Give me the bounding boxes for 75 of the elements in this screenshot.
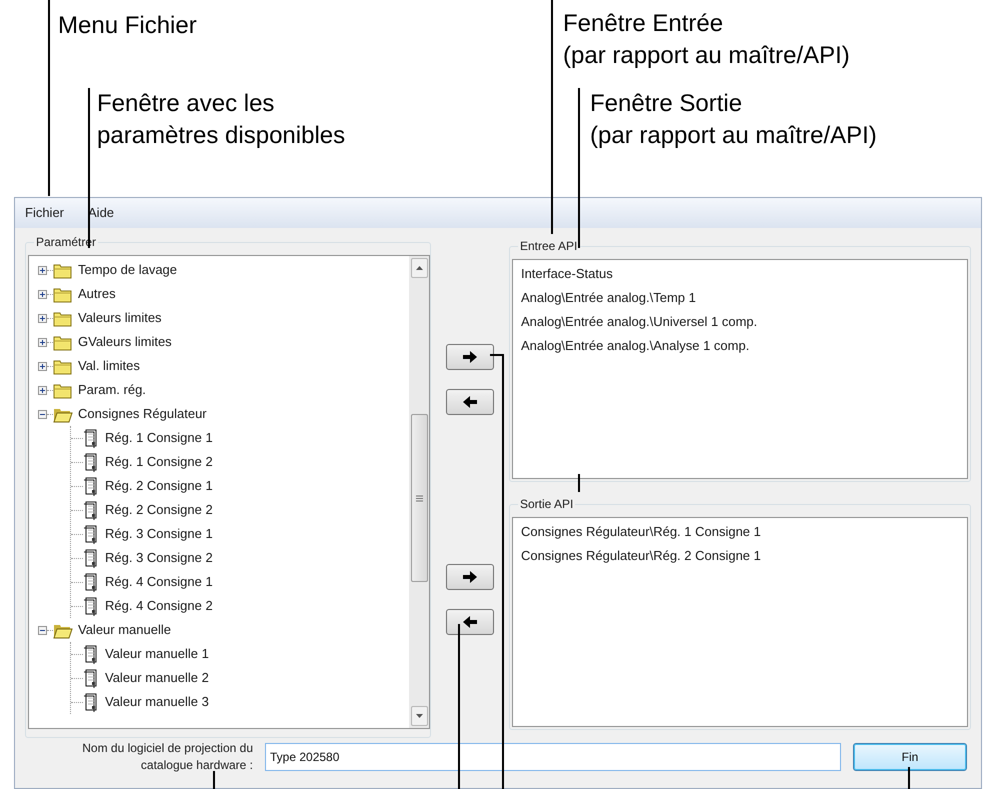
expander-icon[interactable]: [38, 626, 47, 634]
tree-item[interactable]: Rég. 3 Consigne 2: [105, 548, 213, 568]
left-arrow-icon: [462, 615, 478, 629]
expander-icon[interactable]: [38, 362, 47, 370]
remove-output-button[interactable]: [446, 609, 494, 635]
tree-item[interactable]: Consignes Régulateur: [78, 404, 207, 424]
callout-label: Fenêtre avec les paramètres disponibles: [97, 89, 346, 151]
callout-label: Menu Fichier: [58, 11, 197, 41]
tree-item[interactable]: Valeurs limites: [78, 308, 162, 328]
document-icon: [83, 596, 99, 616]
menu-item[interactable]: Fichier: [25, 203, 64, 223]
scroll-thumb[interactable]: [410, 414, 428, 582]
scroll-up-button[interactable]: [410, 258, 428, 278]
document-icon: [83, 452, 99, 472]
grip-icon: [416, 494, 422, 502]
expander-icon[interactable]: [38, 290, 47, 298]
remove-input-button[interactable]: [446, 389, 494, 415]
tree-item[interactable]: Rég. 3 Consigne 1: [105, 524, 213, 544]
list-item[interactable]: Analog\Entrée analog.\Universel 1 comp.: [520, 310, 967, 334]
expander-icon[interactable]: [38, 314, 47, 322]
left-arrow-icon: [462, 395, 478, 409]
folder-icon: [53, 334, 73, 350]
folder-icon: [53, 382, 73, 398]
document-icon: [83, 524, 99, 544]
document-icon: [83, 476, 99, 496]
add-output-button[interactable]: [446, 564, 494, 590]
tree-item[interactable]: Rég. 1 Consigne 1: [105, 428, 213, 448]
folder-icon: [53, 286, 73, 302]
tree-item[interactable]: Rég. 4 Consigne 2: [105, 596, 213, 616]
document-icon: [83, 668, 99, 688]
leader-line: [908, 767, 910, 789]
tree-item[interactable]: Autres: [78, 284, 116, 304]
list-item[interactable]: Interface-Status: [520, 262, 967, 286]
vertical-scrollbar[interactable]: [409, 256, 429, 728]
callout-label: Fenêtre Sortie (par rapport au maître/API): [590, 89, 877, 151]
document-icon: [83, 644, 99, 664]
document-icon: [83, 548, 99, 568]
field-label: Nom du logiciel de projection du catalogue hardware :: [81, 740, 253, 774]
finish-button[interactable]: Fin: [853, 743, 967, 771]
tree-item[interactable]: Rég. 1 Consigne 2: [105, 452, 213, 472]
tree-item[interactable]: GValeurs limites: [78, 332, 172, 352]
tree-item[interactable]: Rég. 2 Consigne 1: [105, 476, 213, 496]
right-arrow-icon: [462, 570, 478, 584]
tree-item[interactable]: Tempo de lavage: [78, 260, 178, 280]
add-input-button[interactable]: [446, 344, 494, 370]
document-icon: [83, 692, 99, 712]
list-item[interactable]: Analog\Entrée analog.\Temp 1: [520, 286, 967, 310]
tree-item[interactable]: Valeur manuelle 3: [105, 692, 209, 712]
tree-item[interactable]: Valeur manuelle 2: [105, 668, 209, 688]
list-item[interactable]: Consignes Régulateur\Rég. 1 Consigne 1: [520, 520, 967, 544]
folder-icon: [53, 358, 73, 374]
folder-icon: [53, 310, 73, 326]
document-icon: [83, 428, 99, 448]
tree-item[interactable]: Val. limites: [78, 356, 140, 376]
tree-item[interactable]: Valeur manuelle: [78, 620, 171, 640]
scroll-down-button[interactable]: [410, 706, 428, 726]
expander-icon[interactable]: [38, 410, 47, 418]
tree-item[interactable]: Valeur manuelle 1: [105, 644, 209, 664]
leader-line: [213, 771, 215, 789]
caret-up-icon: [416, 266, 422, 270]
callout-label: Fenêtre Entrée (par rapport au maître/API): [563, 9, 850, 71]
tree-item[interactable]: Rég. 4 Consigne 1: [105, 572, 213, 592]
document-icon: [83, 500, 99, 520]
expander-icon[interactable]: [38, 386, 47, 394]
tree-item[interactable]: Rég. 2 Consigne 2: [105, 500, 213, 520]
caret-down-icon: [416, 714, 422, 718]
list-item[interactable]: Analog\Entrée analog.\Analyse 1 comp.: [520, 334, 967, 358]
folder-icon: [53, 262, 73, 278]
project-name-field[interactable]: Type 202580: [265, 743, 841, 771]
right-arrow-icon: [462, 350, 478, 364]
document-icon: [83, 572, 99, 592]
list-item[interactable]: Consignes Régulateur\Rég. 2 Consigne 1: [520, 544, 967, 568]
tree-item[interactable]: Param. rég.: [78, 380, 146, 400]
expander-icon[interactable]: [38, 266, 47, 274]
expander-icon[interactable]: [38, 338, 47, 346]
